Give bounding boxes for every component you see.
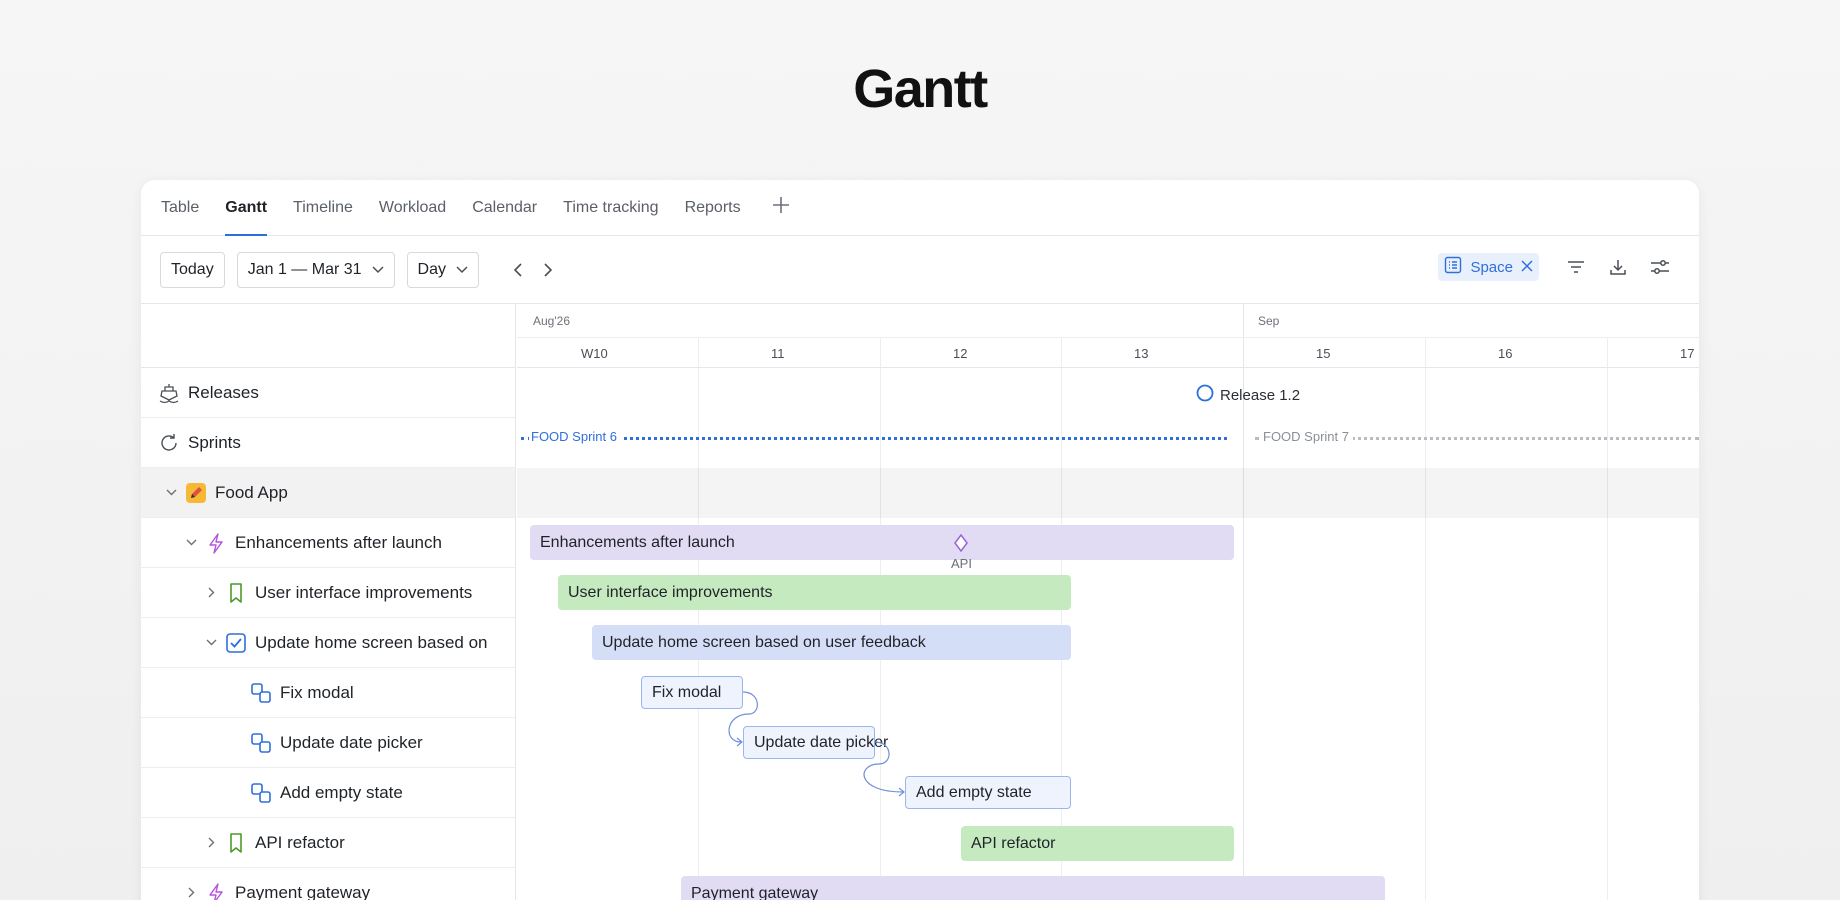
tab-reports[interactable]: Reports	[685, 180, 741, 236]
bookmark-icon	[225, 582, 247, 604]
dependency-arrows	[728, 691, 905, 797]
month-header: Aug'26 Sep	[517, 304, 1699, 338]
subtask-icon	[250, 732, 272, 754]
gantt-grid: Releases Sprints Food App Enhancements a…	[141, 304, 1699, 900]
row-label: Fix modal	[280, 682, 354, 702]
chevron-right-icon[interactable]	[203, 587, 219, 598]
bookmark-icon	[225, 832, 247, 854]
row-sprints[interactable]: Sprints	[141, 418, 515, 468]
scale-label: Day	[417, 260, 446, 278]
space-filter-label: Space	[1470, 258, 1513, 276]
row-story[interactable]: User interface improvements	[141, 568, 515, 618]
date-range-label: Jan 1 — Mar 31	[247, 260, 362, 278]
tab-calendar[interactable]: Calendar	[472, 180, 537, 236]
view-tabs: Table Gantt Timeline Workload Calendar T…	[141, 180, 1699, 236]
add-tab-icon[interactable]	[771, 180, 791, 236]
tab-timeline[interactable]: Timeline	[293, 180, 353, 236]
row-label: API refactor	[255, 832, 345, 852]
row-epic[interactable]: Enhancements after launch	[141, 518, 515, 568]
pencil-icon	[185, 482, 207, 504]
space-filter-chip[interactable]: Space	[1438, 253, 1539, 281]
row-label: Update date picker	[280, 732, 423, 752]
gantt-bar[interactable]: API refactor	[961, 826, 1234, 861]
row-label: Sprints	[188, 432, 241, 452]
today-label: Today	[171, 260, 214, 278]
row-label: Food App	[215, 482, 288, 502]
row-subtask[interactable]: Add empty state	[141, 768, 515, 818]
week-header: W10 11 12 13 15 16 17	[517, 338, 1699, 368]
filter-icon[interactable]	[1555, 252, 1597, 282]
row-story[interactable]: API refactor	[141, 818, 515, 868]
row-label: Payment gateway	[235, 882, 371, 900]
row-releases[interactable]: Releases	[141, 368, 515, 418]
row-task[interactable]: Update home screen based on	[141, 618, 515, 668]
week-label: 15	[1316, 346, 1331, 361]
row-food-app[interactable]: Food App	[141, 468, 515, 518]
chevron-right-icon[interactable]	[183, 887, 199, 898]
week-label: 16	[1498, 346, 1513, 361]
scale-select[interactable]: Day	[406, 251, 479, 288]
gantt-bar[interactable]: Payment gateway	[681, 876, 1385, 900]
row-label: Releases	[188, 382, 259, 402]
row-subtask[interactable]: Update date picker	[141, 718, 515, 768]
chevron-down-icon	[372, 263, 384, 277]
toolbar-actions: Space	[1438, 252, 1681, 282]
row-label: Enhancements after launch	[235, 532, 442, 552]
tree-header	[141, 304, 515, 368]
ship-icon	[158, 382, 180, 404]
tab-workload[interactable]: Workload	[379, 180, 446, 236]
row-epic[interactable]: Payment gateway	[141, 868, 515, 900]
week-label: W10	[581, 346, 608, 361]
row-label: Update home screen based on	[255, 632, 488, 652]
settings-sliders-icon[interactable]	[1639, 252, 1681, 282]
chevron-down-icon[interactable]	[203, 639, 219, 646]
lightning-icon	[205, 882, 227, 900]
chevron-right-icon[interactable]	[203, 837, 219, 848]
timeline-body: Release 1.2 FOOD Sprint 6 FOOD Sprint 7 …	[517, 368, 1699, 900]
chevron-down-icon	[456, 263, 468, 277]
page-title: Gantt	[853, 59, 988, 119]
week-label: 17	[1680, 346, 1695, 361]
bar-label: API refactor	[971, 834, 1056, 852]
chevron-right-icon[interactable]	[533, 252, 563, 288]
subtask-icon	[250, 782, 272, 804]
week-label: 13	[1134, 346, 1149, 361]
date-range-select[interactable]: Jan 1 — Mar 31	[236, 251, 395, 288]
task-tree: Releases Sprints Food App Enhancements a…	[141, 304, 516, 900]
week-label: 11	[771, 346, 785, 361]
close-icon[interactable]	[1521, 259, 1533, 276]
tab-table[interactable]: Table	[161, 180, 199, 236]
chevron-left-icon[interactable]	[503, 252, 533, 288]
tab-gantt[interactable]: Gantt	[225, 180, 267, 236]
list-icon	[1444, 256, 1462, 278]
row-label: Add empty state	[280, 782, 403, 802]
month-label: Aug'26	[533, 314, 570, 328]
row-subtask[interactable]: Fix modal	[141, 668, 515, 718]
tab-time-tracking[interactable]: Time tracking	[563, 180, 658, 236]
month-label: Sep	[1258, 314, 1280, 328]
toolbar: Today Jan 1 — Mar 31 Day Space	[141, 236, 1699, 304]
checkbox-icon	[225, 632, 247, 654]
timeline-panel: Aug'26 Sep W10 11 12 13 15 16 17 Release…	[517, 304, 1699, 900]
lightning-icon	[205, 532, 227, 554]
bar-label: Payment gateway	[691, 884, 819, 900]
row-label: User interface improvements	[255, 582, 473, 602]
today-button[interactable]: Today	[160, 251, 225, 288]
refresh-icon	[158, 432, 180, 454]
subtask-icon	[250, 682, 272, 704]
chevron-down-icon[interactable]	[183, 539, 199, 546]
week-label: 12	[953, 346, 968, 361]
download-icon[interactable]	[1597, 252, 1639, 282]
gantt-card: Table Gantt Timeline Workload Calendar T…	[141, 180, 1699, 900]
chevron-down-icon[interactable]	[163, 489, 179, 496]
